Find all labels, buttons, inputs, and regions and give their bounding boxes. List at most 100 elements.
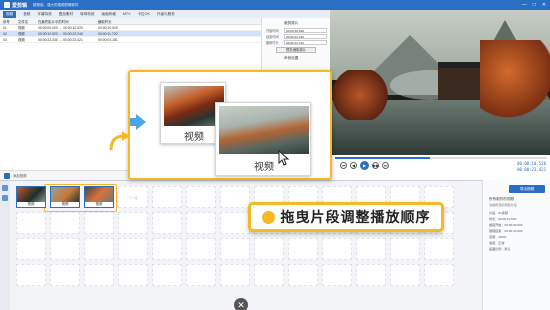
col-index: 序号: [3, 19, 10, 24]
empty-slot[interactable]: [152, 264, 182, 286]
track-video-icon[interactable]: [2, 185, 8, 191]
row-name: 视频: [18, 32, 25, 36]
clip-label: 视频: [61, 202, 69, 206]
row-time: 00:00:22.240 → 00:00:23.421: [38, 37, 83, 42]
empty-slot[interactable]: [50, 238, 80, 260]
tab-mtv[interactable]: MTV: [123, 12, 131, 16]
fast-forward-button[interactable]: ▶▶: [372, 162, 379, 169]
empty-slot[interactable]: [118, 264, 148, 286]
empty-slot[interactable]: [186, 238, 216, 260]
empty-slot[interactable]: [390, 238, 420, 260]
panel-prop: 时长：00:00:10.520: [489, 217, 517, 221]
empty-slot[interactable]: [322, 238, 352, 260]
empty-slot[interactable]: [84, 212, 114, 234]
row-duration: 00:00:10.520: [98, 25, 118, 30]
timeline-clip[interactable]: 视频: [84, 186, 114, 208]
empty-slot[interactable]: [50, 264, 80, 286]
timeline-clip[interactable]: 视频: [50, 186, 80, 208]
empty-slot[interactable]: [220, 186, 250, 208]
export-panel: 导出视频 所有制作的视频 当前所选的视频片段 片段：01视频 时长：00:00:…: [482, 180, 550, 310]
video-preview: [330, 10, 550, 155]
tab-karaoke[interactable]: 卡拉OK: [137, 12, 149, 17]
add-video-label[interactable]: 添加视频: [13, 173, 27, 178]
empty-slot[interactable]: [16, 238, 46, 260]
row-time: 00:00:10.520 → 00:00:22.240: [38, 31, 83, 36]
empty-slot[interactable]: [16, 264, 46, 286]
clip-thumbnail: [17, 187, 45, 202]
empty-slot[interactable]: [356, 264, 386, 286]
panel-prop: 片段：01视频: [489, 211, 508, 215]
maximize-button[interactable]: □: [533, 2, 536, 8]
prop-row: 结束时间 00:00:22.240: [266, 34, 327, 39]
empty-slot[interactable]: 下一段: [118, 186, 148, 208]
duration-field[interactable]: 00:00:11.720: [284, 40, 327, 45]
table-row[interactable]: 03 视频 00:00:22.240 → 00:00:23.421 00:00:…: [0, 37, 261, 43]
tab-styles[interactable]: 画面风格: [102, 12, 116, 17]
clip-label: 视频: [27, 202, 35, 206]
drag-illustration-popup: 视频 视频: [128, 70, 332, 180]
start-time-field[interactable]: 00:00:10.520: [284, 28, 327, 33]
timeline-clip[interactable]: 视频: [16, 186, 46, 208]
empty-slot[interactable]: [220, 212, 250, 234]
empty-slot[interactable]: [186, 212, 216, 234]
empty-slot[interactable]: [322, 264, 352, 286]
preview-trim-button[interactable]: 预览/截取原片: [276, 47, 316, 53]
prop-row: 开始时间 00:00:10.520: [266, 28, 327, 33]
empty-slot[interactable]: [152, 212, 182, 234]
empty-slot[interactable]: [220, 238, 250, 260]
row-time: 00:00:00.000 → 00:00:10.520: [38, 25, 83, 30]
tab-upgrade[interactable]: 升级与服务: [157, 12, 175, 17]
step-back-button[interactable]: ◀: [350, 162, 357, 169]
tab-transitions[interactable]: 转场特效: [80, 12, 94, 17]
empty-slot[interactable]: [220, 264, 250, 286]
empty-slot[interactable]: [288, 264, 318, 286]
empty-slot[interactable]: [186, 264, 216, 286]
empty-slot[interactable]: [152, 186, 182, 208]
tab-subtitle-effects[interactable]: 字幕特效: [37, 12, 51, 17]
tab-video[interactable]: 视频: [3, 10, 17, 18]
skip-back-button[interactable]: ⏮: [340, 162, 347, 169]
export-button[interactable]: 导出视频: [509, 185, 545, 193]
empty-slot[interactable]: [152, 238, 182, 260]
empty-slot[interactable]: [84, 264, 114, 286]
close-icon[interactable]: ✕: [234, 298, 248, 310]
end-time-field[interactable]: 00:00:22.240: [284, 34, 327, 39]
empty-slot[interactable]: [254, 264, 284, 286]
panel-prop: 画面比例：默认: [489, 247, 511, 251]
playback-bar: ⏮ ◀ ▶ ▶▶ ⏭ 00:00:10.520 00:00:23.421: [330, 155, 550, 177]
tab-overlay[interactable]: 叠加素材: [59, 12, 73, 17]
play-button[interactable]: ▶: [360, 161, 369, 170]
curved-arrow-icon: [109, 131, 130, 151]
close-button[interactable]: ✕: [542, 2, 546, 8]
track-audio-icon[interactable]: [2, 195, 8, 201]
empty-slot[interactable]: [50, 212, 80, 234]
empty-slot[interactable]: [254, 238, 284, 260]
empty-slot[interactable]: [16, 212, 46, 234]
minimize-button[interactable]: —: [522, 2, 527, 8]
dragged-clip-card: 视频: [215, 102, 311, 176]
empty-slot[interactable]: [118, 238, 148, 260]
empty-slot[interactable]: [118, 212, 148, 234]
time-readout: 00:00:10.520 00:00:23.421: [517, 161, 546, 173]
empty-slot[interactable]: [424, 264, 454, 286]
empty-slot[interactable]: [424, 238, 454, 260]
section-trim: 裁剪原片: [284, 21, 299, 25]
empty-slot[interactable]: [186, 186, 216, 208]
empty-slot[interactable]: [390, 264, 420, 286]
clip-card-image: [219, 106, 309, 154]
timeline: 视频 视频 视频 下一段: [0, 180, 482, 310]
col-time: 在最终影片中的时间: [38, 19, 69, 24]
progress-track[interactable]: [335, 157, 547, 159]
empty-slot[interactable]: [288, 238, 318, 260]
add-video-icon[interactable]: [4, 172, 10, 179]
skip-forward-button[interactable]: ⏭: [382, 162, 389, 169]
empty-slot[interactable]: [84, 238, 114, 260]
bullet-icon: [261, 210, 275, 224]
tab-audio[interactable]: 音频: [23, 12, 30, 17]
row-index: 02: [3, 31, 7, 36]
row-name: 视频: [18, 38, 25, 42]
row-duration: 00:00:11.720: [98, 31, 118, 36]
tip-banner: 拖曳片段调整播放顺序: [248, 202, 444, 232]
empty-slot[interactable]: [356, 238, 386, 260]
clip-thumbnail: [51, 187, 79, 202]
